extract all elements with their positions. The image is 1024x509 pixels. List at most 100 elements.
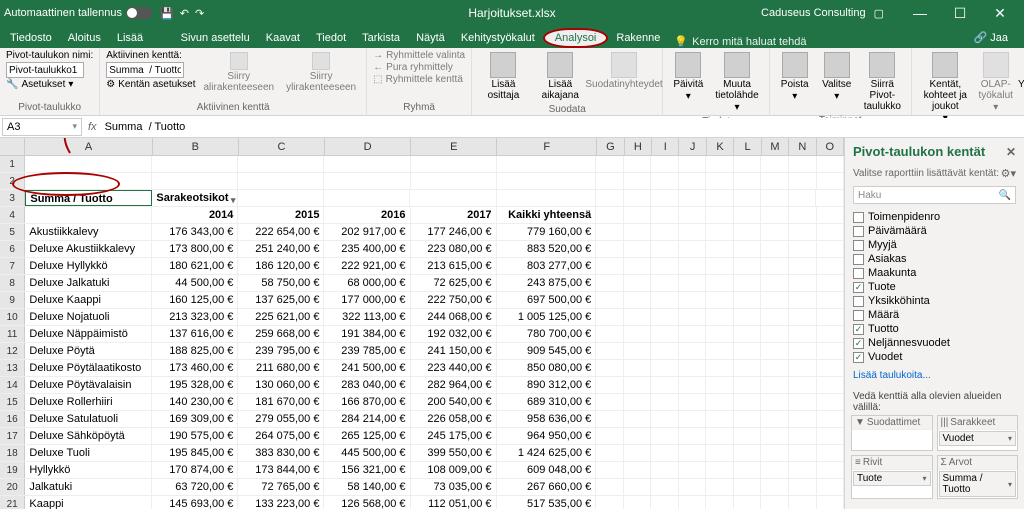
cell[interactable] (734, 445, 762, 461)
minimize-button[interactable]: — (900, 0, 940, 26)
cell[interactable] (761, 411, 789, 427)
cell[interactable] (624, 343, 652, 359)
checkbox-icon[interactable] (853, 254, 864, 265)
cell[interactable]: 235 400,00 € (324, 241, 410, 257)
active-field-input[interactable] (106, 62, 184, 78)
tab-analysoi[interactable]: Analysoi (543, 28, 609, 48)
cell[interactable] (651, 241, 679, 257)
col-header[interactable]: J (679, 138, 706, 155)
cell[interactable] (706, 258, 734, 274)
cell[interactable]: 169 309,00 € (152, 411, 238, 427)
cell[interactable] (817, 428, 845, 444)
cell[interactable] (679, 309, 707, 325)
cell[interactable]: 2017 (411, 207, 497, 223)
cell[interactable]: 133 223,00 € (238, 496, 324, 509)
cell[interactable] (817, 445, 845, 461)
cell[interactable] (789, 411, 817, 427)
cell[interactable] (761, 479, 789, 495)
cell[interactable]: 177 246,00 € (411, 224, 497, 240)
cell[interactable]: 322 113,00 € (324, 309, 410, 325)
field-item[interactable]: Toimenpidenro (853, 210, 1016, 224)
cell[interactable]: 245 175,00 € (411, 428, 497, 444)
cell[interactable]: 244 068,00 € (411, 309, 497, 325)
cell[interactable] (734, 496, 762, 509)
cell[interactable] (706, 462, 734, 478)
cell[interactable] (651, 479, 679, 495)
cell[interactable]: 72 765,00 € (238, 479, 324, 495)
cell[interactable] (324, 173, 410, 189)
cell[interactable] (789, 394, 817, 410)
col-header[interactable]: L (734, 138, 761, 155)
cell[interactable] (651, 207, 679, 223)
cell[interactable] (734, 394, 762, 410)
refresh-button[interactable]: Päivitä▾ (669, 50, 707, 104)
cell[interactable] (789, 258, 817, 274)
cell[interactable] (761, 173, 789, 189)
cell[interactable] (706, 292, 734, 308)
cell[interactable] (596, 309, 624, 325)
cell[interactable] (679, 360, 707, 376)
cell[interactable] (761, 428, 789, 444)
row-header[interactable]: 17 (0, 428, 25, 444)
cell[interactable] (761, 309, 789, 325)
ribbon-display-icon[interactable]: ▢ (874, 7, 884, 20)
cell[interactable] (152, 156, 238, 172)
cell[interactable] (596, 173, 624, 189)
cell[interactable]: 223 080,00 € (411, 241, 497, 257)
cell[interactable] (761, 360, 789, 376)
cell[interactable]: 63 720,00 € (152, 479, 238, 495)
cell[interactable] (651, 462, 679, 478)
tab-tiedosto[interactable]: Tiedosto (2, 28, 60, 48)
tab-tiedot[interactable]: Tiedot (308, 28, 354, 48)
cell[interactable] (817, 496, 845, 509)
cell[interactable] (679, 241, 707, 257)
row-header[interactable]: 6 (0, 241, 25, 257)
cell[interactable]: 265 125,00 € (324, 428, 410, 444)
cell[interactable] (706, 190, 734, 206)
cell[interactable]: 58 750,00 € (238, 275, 324, 291)
row-header[interactable]: 5 (0, 224, 25, 240)
cell[interactable] (817, 411, 845, 427)
tab-nayta[interactable]: Näytä (408, 28, 453, 48)
values-area[interactable]: ΣArvot Summa / Tuotto▾ (937, 455, 1019, 499)
cell[interactable]: 850 080,00 € (497, 360, 597, 376)
cell[interactable]: 145 693,00 € (152, 496, 238, 509)
cell[interactable]: Deluxe Akustiikkalevy (25, 241, 152, 257)
cell[interactable]: 58 140,00 € (324, 479, 410, 495)
cell[interactable] (761, 394, 789, 410)
col-header[interactable]: K (707, 138, 734, 155)
cell[interactable] (624, 445, 652, 461)
cell[interactable]: 170 874,00 € (152, 462, 238, 478)
cell[interactable] (596, 496, 624, 509)
maximize-button[interactable]: ☐ (940, 0, 980, 26)
cell[interactable]: 137 625,00 € (238, 292, 324, 308)
cell[interactable] (761, 258, 789, 274)
insert-slicer-button[interactable]: Lisää osittaja (478, 50, 529, 103)
cell[interactable]: 964 950,00 € (497, 428, 597, 444)
cell[interactable] (596, 190, 624, 206)
cell[interactable] (596, 360, 624, 376)
row-header[interactable]: 12 (0, 343, 25, 359)
cell[interactable] (734, 411, 762, 427)
fields-items-button[interactable]: Kentät, kohteet ja joukot▾ (918, 50, 973, 126)
col-header[interactable]: E (411, 138, 497, 155)
cell[interactable]: 2014 (152, 207, 238, 223)
cell[interactable] (789, 496, 817, 509)
cell[interactable] (789, 241, 817, 257)
cell[interactable] (624, 156, 652, 172)
cell[interactable] (651, 343, 679, 359)
cell[interactable] (596, 224, 624, 240)
cell[interactable] (679, 190, 707, 206)
cell[interactable] (817, 224, 845, 240)
col-header[interactable]: D (325, 138, 411, 155)
undo-icon[interactable]: ↶ (180, 7, 189, 20)
cell[interactable] (789, 479, 817, 495)
row-header[interactable]: 3 (0, 190, 25, 206)
change-source-button[interactable]: Muuta tietolähde▾ (711, 50, 762, 115)
cell[interactable] (679, 156, 707, 172)
cell[interactable] (706, 224, 734, 240)
cell[interactable] (679, 394, 707, 410)
cell[interactable] (679, 479, 707, 495)
cell[interactable] (734, 309, 762, 325)
cell[interactable] (761, 207, 789, 223)
